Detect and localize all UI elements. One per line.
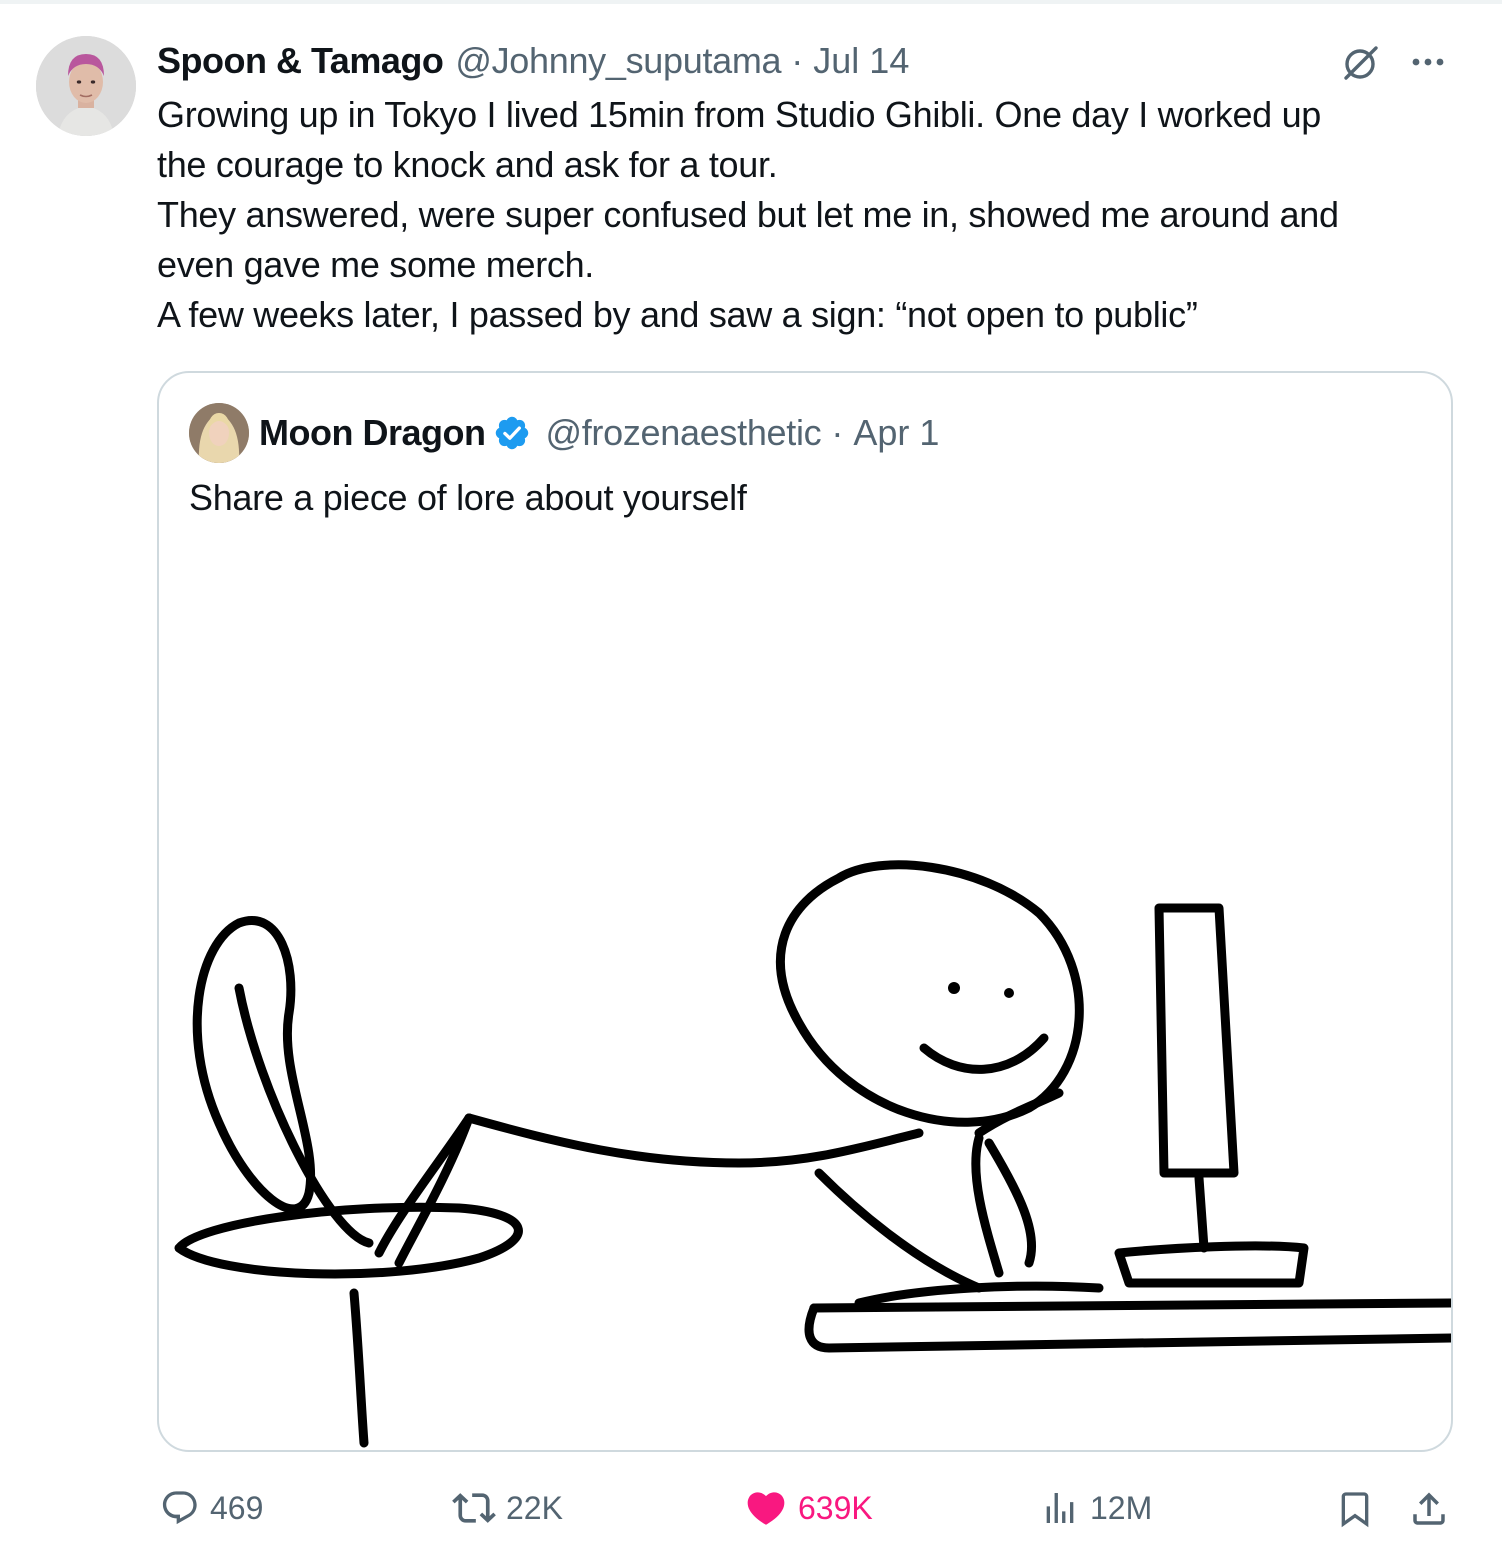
tweet-date[interactable]: Jul 14 [813,40,909,82]
reply-icon [162,1491,197,1525]
verified-icon[interactable] [493,414,531,452]
author-handle[interactable]: @Johnny_suputama [455,40,781,82]
figure-arm [814,1168,984,1293]
quoted-author-name[interactable]: Moon Dragon [259,412,486,454]
views-icon [1046,1493,1074,1523]
quoted-tweet-text: Share a piece of lore about yourself [189,477,747,518]
quoted-tweet-date[interactable]: Apr 1 [853,412,939,454]
like-count: 639K [798,1489,873,1526]
tweet-header: Spoon & Tamago @Johnny_suputama · Jul 14 [157,38,909,84]
repost-count: 22K [506,1489,563,1526]
tweet-action-bar: 469 22K 639K 12M [0,1480,1502,1536]
tweet-text-line: even gave me some merch. [157,244,594,285]
reply-button[interactable]: 469 [160,1480,263,1536]
desk-edge [804,1303,1451,1353]
grok-icon[interactable] [1340,42,1382,84]
like-icon [747,1492,785,1525]
author-avatar[interactable] [36,36,136,136]
desk-top [809,1298,1451,1313]
keyboard [854,1281,1104,1308]
quoted-tweet-header: Moon Dragon @frozenaesthetic · Apr 1 [259,408,939,458]
tweet-text: Growing up in Tokyo I lived 15min from S… [157,90,1457,340]
chair-back [192,916,316,1214]
tweet-text-line: A few weeks later, I passed by and saw a… [157,294,1198,335]
views-count: 12M [1090,1489,1153,1526]
chair-stem [349,1288,369,1448]
like-button[interactable]: 639K [744,1480,873,1536]
quoted-author-avatar[interactable] [189,403,249,463]
views-button[interactable]: 12M [1040,1480,1152,1536]
tweet-text-line: Growing up in Tokyo I lived 15min from S… [157,94,1322,135]
quoted-tweet-card[interactable]: Moon Dragon @frozenaesthetic · Apr 1 Sha… [157,371,1453,1452]
quoted-media-image[interactable] [159,793,1451,1452]
figure-leg-lower [374,1113,474,1258]
tweet-text-line: the courage to knock and ask for a tour. [157,144,778,185]
tweet-text-line: They answered, were super confused but l… [157,194,1339,235]
quoted-header-separator: · [831,412,844,453]
monitor-screen [1154,903,1239,1178]
monitor-stand [1194,1173,1209,1253]
figure-eye [948,982,960,994]
figure-body [464,1113,924,1168]
repost-button[interactable]: 22K [452,1480,563,1536]
author-name[interactable]: Spoon & Tamago [157,40,444,82]
share-icon[interactable] [1408,1488,1450,1530]
figure-head [776,860,1084,1127]
header-separator: · [791,40,804,81]
more-icon[interactable] [1408,47,1448,77]
bookmark-icon[interactable] [1335,1488,1375,1530]
figure-eye [1004,988,1014,998]
chair-seat [174,1202,523,1279]
top-divider [0,0,1502,4]
quoted-author-handle[interactable]: @frozenaesthetic [545,412,821,454]
repost-icon [452,1493,496,1523]
figure-smile [919,1033,1049,1074]
reply-count: 469 [210,1489,264,1526]
monitor-base [1114,1241,1309,1288]
